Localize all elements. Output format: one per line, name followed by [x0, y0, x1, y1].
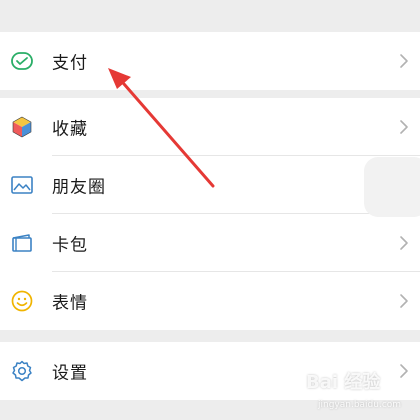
menu-item-favorites-label: 收藏 — [52, 119, 88, 140]
card-wallet-icon — [10, 231, 34, 255]
group-main: 收藏 朋友圈 卡包 表情 — [0, 98, 420, 330]
chevron-right-icon — [400, 236, 408, 250]
watermark-url: jingyan.baidu.com — [318, 400, 402, 410]
menu-item-stickers[interactable]: 表情 — [0, 272, 420, 330]
image-icon — [10, 173, 34, 197]
menu-item-cards-label: 卡包 — [52, 235, 88, 256]
gear-icon — [10, 359, 34, 383]
menu-item-moments[interactable]: 朋友圈 — [0, 156, 420, 214]
floating-assist-button[interactable] — [364, 157, 420, 217]
chevron-right-icon — [400, 54, 408, 68]
smiley-icon — [10, 289, 34, 313]
wallet-check-icon — [10, 49, 34, 73]
watermark-brand: Bai 经验 — [306, 372, 381, 393]
top-spacer — [0, 0, 420, 20]
menu-item-stickers-label: 表情 — [52, 293, 88, 314]
menu-item-cards[interactable]: 卡包 — [0, 214, 420, 272]
wechat-me-menu-screen: 支付 收藏 朋友圈 卡包 表情 设置 Bai 经验 jingyan.baidu.… — [0, 0, 420, 420]
chevron-right-icon — [400, 364, 408, 378]
menu-item-moments-label: 朋友圈 — [52, 177, 106, 198]
menu-item-pay[interactable]: 支付 — [0, 32, 420, 90]
chevron-right-icon — [400, 120, 408, 134]
chevron-right-icon — [400, 294, 408, 308]
menu-item-pay-label: 支付 — [52, 53, 88, 74]
menu-item-settings-label: 设置 — [52, 363, 88, 384]
cube-icon — [10, 115, 34, 139]
menu-item-favorites[interactable]: 收藏 — [0, 98, 420, 156]
group-pay: 支付 — [0, 32, 420, 90]
